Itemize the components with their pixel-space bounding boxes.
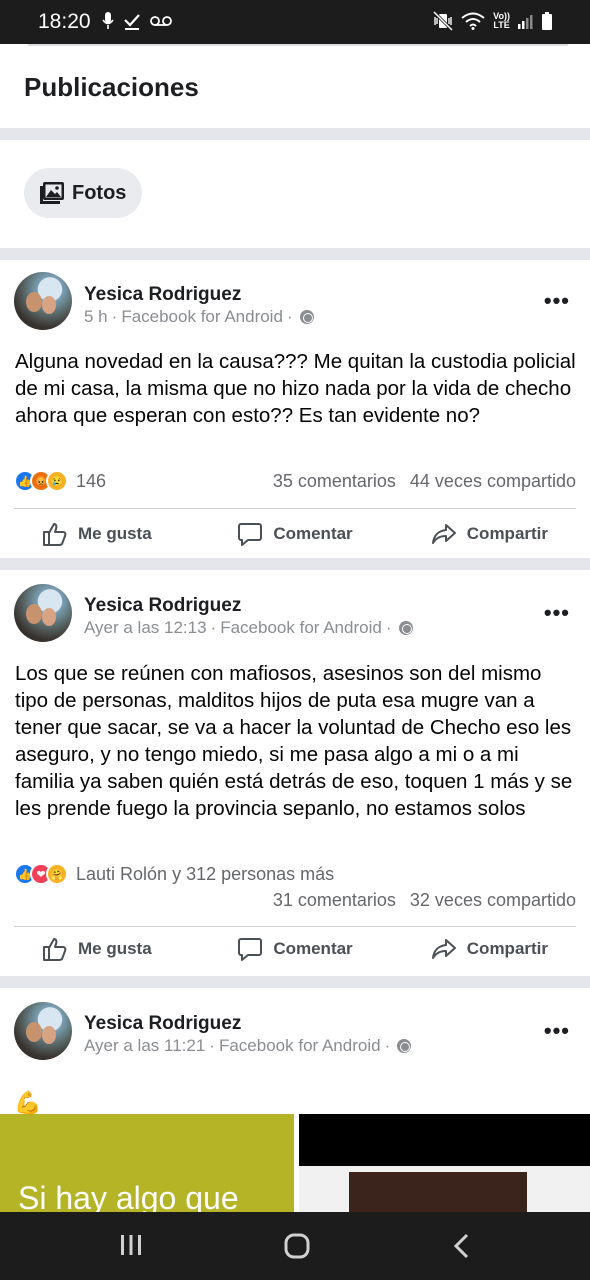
care-reaction-icon: 🤗 — [46, 863, 68, 885]
signal-icon — [518, 15, 533, 29]
more-options-button[interactable]: ••• — [544, 288, 570, 314]
voicemail-icon — [150, 16, 172, 26]
post-meta: Ayer a las 12:13 · Facebook for Android … — [84, 618, 413, 638]
post-actions: Me gusta Comentar Compartir — [0, 510, 590, 558]
post-card: Yesica Rodriguez 5 h · Facebook for Andr… — [0, 260, 590, 558]
more-options-button[interactable]: ••• — [544, 600, 570, 626]
home-icon[interactable] — [283, 1232, 311, 1260]
globe-icon — [398, 621, 413, 635]
section-separator — [0, 128, 590, 140]
section-separator — [0, 248, 590, 260]
reactions-summary[interactable]: 👍 ❤ 🤗 Lauti Rolón y 312 personas más — [14, 863, 334, 885]
share-button[interactable]: Compartir — [379, 510, 590, 558]
like-button[interactable]: Me gusta — [0, 925, 211, 973]
post-author[interactable]: Yesica Rodriguez — [84, 595, 241, 617]
comment-button[interactable]: Comentar — [211, 510, 380, 558]
mute-vibrate-icon — [433, 11, 454, 31]
recents-icon[interactable] — [118, 1232, 144, 1258]
post-text: Alguna novedad en la causa??? Me quitan … — [15, 350, 576, 427]
shares-count[interactable]: 44 veces compartido — [410, 471, 576, 492]
mic-icon — [102, 12, 114, 29]
wifi-icon — [461, 12, 485, 30]
like-button[interactable]: Me gusta — [0, 510, 211, 558]
volte-lte-icon: Vo)) LTE — [493, 11, 510, 30]
post-source: Facebook for Android — [121, 307, 283, 326]
post-meta: Ayer a las 11:21 · Facebook for Android … — [84, 1036, 412, 1056]
post-source: Facebook for Android — [220, 618, 382, 637]
thumbs-up-icon — [43, 938, 67, 961]
status-bar: 18:20 Vo)) LTE — [0, 0, 590, 44]
thumbs-up-icon — [43, 523, 67, 546]
comments-count[interactable]: 31 comentarios — [273, 890, 396, 911]
post-time[interactable]: 5 h — [84, 307, 108, 327]
more-options-button[interactable]: ••• — [544, 1018, 570, 1044]
avatar[interactable] — [14, 1002, 72, 1060]
filter-bar: Fotos — [0, 140, 590, 248]
post-text: 💪 — [14, 1090, 42, 1115]
share-icon — [431, 939, 456, 959]
fotos-filter-button[interactable]: Fotos — [24, 168, 142, 218]
share-icon — [431, 524, 456, 544]
post-card: Yesica Rodriguez Ayer a las 12:13 · Face… — [0, 570, 590, 976]
status-time: 18:20 — [38, 10, 91, 33]
reactions-summary[interactable]: 👍 😡 😢 146 — [14, 470, 106, 492]
avatar[interactable] — [14, 272, 72, 330]
post-time[interactable]: Ayer a las 12:13 — [84, 618, 207, 638]
comment-icon — [238, 938, 263, 961]
post-image-left[interactable]: Si hay algo que — [0, 1114, 294, 1214]
comments-count[interactable]: 35 comentarios — [273, 471, 396, 492]
post-actions: Me gusta Comentar Compartir — [0, 925, 590, 973]
comment-button[interactable]: Comentar — [211, 925, 380, 973]
fotos-label: Fotos — [72, 181, 127, 204]
reaction-count: 146 — [76, 470, 107, 491]
post-text: Los que se reúnen con mafiosos, asesinos… — [15, 662, 573, 820]
comment-icon — [238, 523, 263, 546]
system-nav-bar — [0, 1212, 590, 1280]
post-time[interactable]: Ayer a las 11:21 — [84, 1036, 205, 1056]
image-photo — [349, 1172, 527, 1214]
globe-icon — [397, 1039, 412, 1053]
post-author[interactable]: Yesica Rodriguez — [84, 1013, 241, 1035]
avatar[interactable] — [14, 584, 72, 642]
shares-count[interactable]: 32 veces compartido — [410, 890, 576, 911]
section-separator — [0, 976, 590, 988]
globe-icon — [299, 310, 314, 324]
battery-icon — [542, 12, 552, 30]
post-meta: 5 h · Facebook for Android · — [84, 307, 314, 327]
share-button[interactable]: Compartir — [379, 925, 590, 973]
post-source: Facebook for Android — [218, 1036, 381, 1055]
header: Publicaciones — [0, 46, 590, 128]
sad-reaction-icon: 😢 — [46, 470, 68, 492]
image-text: Si hay algo que — [18, 1180, 239, 1214]
post-author[interactable]: Yesica Rodriguez — [84, 284, 241, 306]
reaction-count: Lauti Rolón y 312 personas más — [76, 863, 335, 884]
section-separator — [0, 558, 590, 570]
post-image-right[interactable] — [299, 1114, 590, 1214]
back-icon[interactable] — [450, 1232, 474, 1260]
divider — [14, 508, 576, 509]
page-title: Publicaciones — [24, 72, 199, 102]
photo-icon — [40, 182, 64, 204]
check-icon — [124, 14, 140, 30]
